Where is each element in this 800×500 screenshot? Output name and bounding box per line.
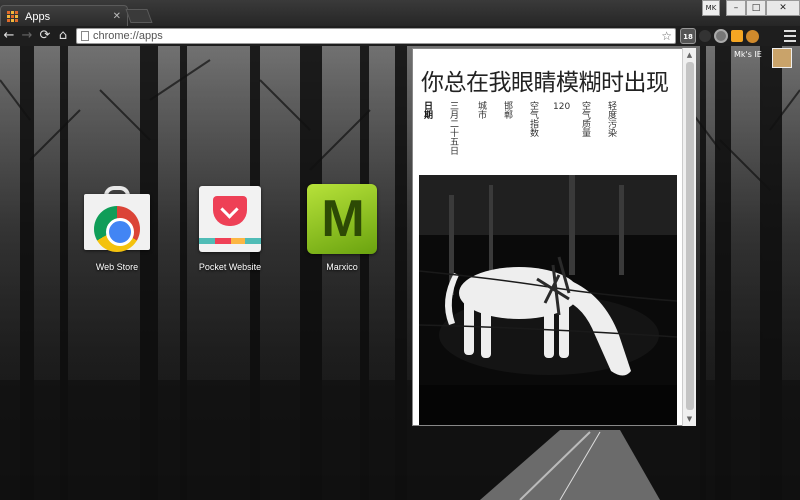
extension-icons: 18 <box>680 26 759 46</box>
app-web-store[interactable]: Web Store <box>62 184 172 272</box>
puzzle-extension-icon[interactable] <box>731 30 743 42</box>
weather-cell: 城市 <box>476 101 486 119</box>
chrome-menu-icon[interactable] <box>784 29 796 43</box>
tab-strip: Apps ✕ MK – □ ✕ <box>0 0 800 27</box>
minimize-button[interactable]: – <box>726 0 746 16</box>
circle-extension-icon[interactable] <box>714 29 728 43</box>
address-bar[interactable]: chrome://apps ☆ <box>76 28 676 44</box>
pocket-icon <box>195 184 265 254</box>
user-name: Mk's IE <box>734 50 762 59</box>
profile-button[interactable]: MK <box>702 0 720 16</box>
marxico-icon: M <box>307 184 377 254</box>
weather-extension-icon[interactable]: 18 <box>680 28 696 44</box>
close-window-button[interactable]: ✕ <box>766 0 800 16</box>
weather-cell: 邯郸 <box>502 101 512 119</box>
weather-cell: 三月二十五日 <box>448 101 458 155</box>
reload-button[interactable]: ⟳ <box>36 27 54 45</box>
browser-toolbar: ← → ⟳ ⌂ chrome://apps ☆ 18 <box>0 26 800 46</box>
bookmark-star-icon[interactable]: ☆ <box>661 29 672 43</box>
tab-apps[interactable]: Apps ✕ <box>0 5 128 27</box>
app-label: Pocket Website <box>198 262 262 272</box>
horse-photo <box>419 175 677 425</box>
scrollbar-thumb[interactable] <box>686 62 694 410</box>
maximize-button[interactable]: □ <box>746 0 766 16</box>
home-button[interactable]: ⌂ <box>54 27 72 45</box>
page-icon <box>81 31 89 41</box>
popup-title: 你总在我眼睛模糊时出现 <box>421 70 669 96</box>
back-button[interactable]: ← <box>0 27 18 45</box>
app-pocket-website[interactable]: Pocket Website <box>175 184 285 272</box>
weather-cell: 轻度污染 <box>606 101 616 137</box>
app-label: Web Store <box>95 262 139 272</box>
scroll-up-arrow-icon[interactable]: ▲ <box>683 48 696 62</box>
weather-cell: 空气指数 <box>528 101 538 137</box>
app-label: Marxico <box>326 262 358 272</box>
tab-close-icon[interactable]: ✕ <box>113 11 121 22</box>
apps-grid-icon <box>7 10 19 23</box>
weather-cell: 日期 <box>422 101 432 119</box>
avatar[interactable] <box>772 48 792 68</box>
dark-extension-icon[interactable] <box>699 30 711 42</box>
cookie-extension-icon[interactable] <box>746 29 759 43</box>
scroll-down-arrow-icon[interactable]: ▼ <box>683 412 696 426</box>
app-marxico[interactable]: M Marxico <box>287 184 397 272</box>
marxico-glyph: M <box>321 190 364 248</box>
weather-cell: 空气质量 <box>580 101 590 137</box>
tab-title: Apps <box>25 10 51 23</box>
forward-button[interactable]: → <box>18 27 36 45</box>
url-text: chrome://apps <box>93 30 163 42</box>
new-tab-button[interactable] <box>125 9 153 23</box>
popup-scrollbar[interactable]: ▲ ▼ <box>682 48 696 426</box>
weather-extension-popup: 你总在我眼睛模糊时出现 日期 三月二十五日 城市 邯郸 空气指数 120 空气质… <box>412 48 696 426</box>
window-controls: MK – □ ✕ <box>702 0 800 16</box>
web-store-icon <box>82 184 152 254</box>
